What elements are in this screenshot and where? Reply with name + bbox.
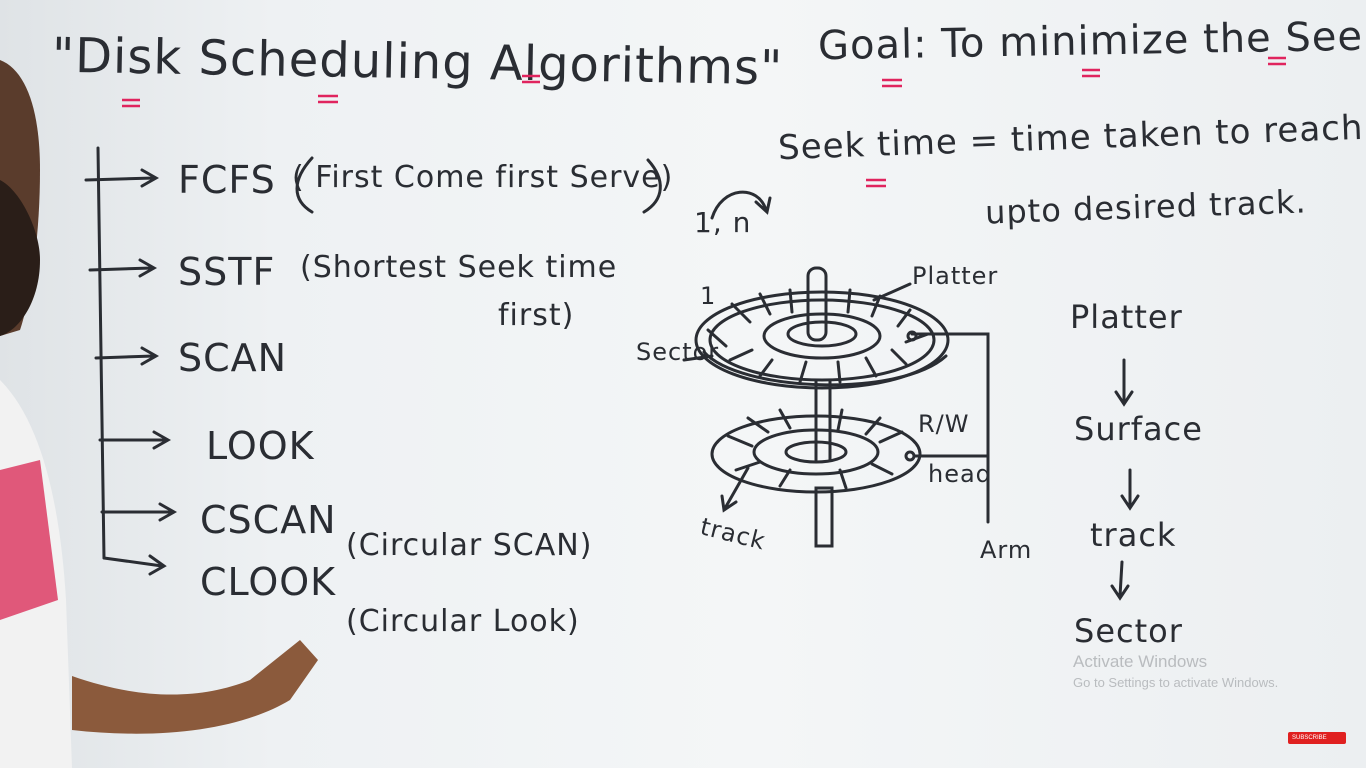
- rw-arm: [910, 332, 990, 524]
- rotation-arrow: [710, 190, 772, 220]
- arrow-look: [98, 430, 172, 450]
- hier-arrow-3: [1110, 560, 1130, 601]
- spindle: [806, 266, 828, 342]
- subscribe-button[interactable]: SUBSCRIBE: [1288, 732, 1346, 744]
- arrow-cscan: [100, 502, 178, 522]
- hier-arrow-2: [1120, 468, 1140, 511]
- instructor: [0, 60, 318, 768]
- arrow-fcfs: [84, 168, 160, 188]
- arrow-scan: [94, 346, 160, 366]
- watermark-line1: Activate Windows: [1073, 652, 1208, 671]
- arrow-clook: [102, 554, 167, 576]
- hier-arrow-1: [1114, 358, 1134, 407]
- watermark-line2: Go to Settings to activate Windows.: [1073, 675, 1279, 690]
- tree-spine: [96, 146, 106, 560]
- activate-windows-watermark: Activate Windows Go to Settings to activ…: [1073, 652, 1278, 690]
